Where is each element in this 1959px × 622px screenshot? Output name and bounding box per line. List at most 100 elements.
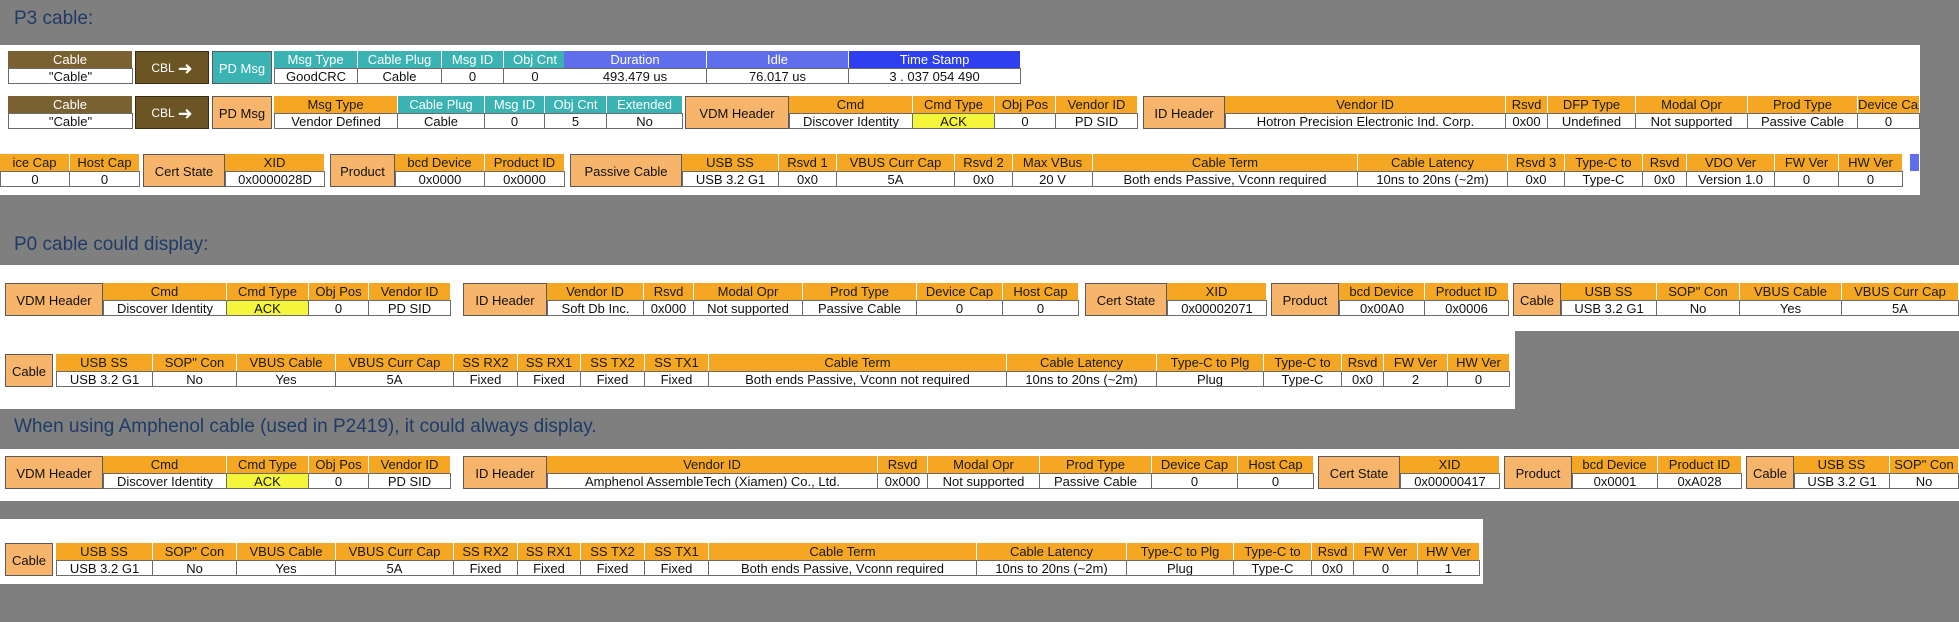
max-vbus-value: 20 V xyxy=(1013,171,1093,187)
modal-opr-header: Modal Opr xyxy=(694,283,803,300)
cable-latency-value: 10ns to 20ns (~2m) xyxy=(977,560,1127,576)
cable-latency-header: Cable Latency xyxy=(977,543,1127,560)
cbl-label: CBL xyxy=(151,106,175,120)
obj-cnt-header: Obj Cnt xyxy=(504,51,567,68)
amphenol-row-cable[interactable]: Cable USB SS USB 3.2 G1 SOP" Con No VBUS… xyxy=(5,543,1480,576)
ss-tx1-value: Fixed xyxy=(645,371,709,387)
vendor-id-header: Vendor ID xyxy=(369,456,451,473)
duration-value: 493.479 us xyxy=(564,68,707,84)
xid-value: 0x0000028D xyxy=(225,171,325,187)
rsvd-header: Rsvd xyxy=(1312,543,1354,560)
id-header-label: ID Header xyxy=(463,456,547,489)
usb-ss-value: USB 3.2 G1 xyxy=(56,371,153,387)
passive-cable-label: Passive Cable xyxy=(570,154,682,187)
ss-tx1-value: Fixed xyxy=(645,560,709,576)
vid-header: Vendor ID xyxy=(547,456,878,473)
modal-opr-header: Modal Opr xyxy=(928,456,1040,473)
vendor-id-value: PD SID xyxy=(1056,113,1138,129)
cable-latency-value: 10ns to 20ns (~2m) xyxy=(1007,371,1157,387)
host-cap-value: 0 xyxy=(1003,300,1079,316)
vbus-curr-cap-header: VBUS Curr Cap xyxy=(1842,283,1959,300)
vbus-curr-cap-header: VBUS Curr Cap xyxy=(336,543,454,560)
cable-label: Cable xyxy=(5,354,53,387)
id-header-label: ID Header xyxy=(463,283,547,316)
typec-to-value: Type-C xyxy=(1264,371,1342,387)
pd-msg-label: PD Msg xyxy=(212,51,272,84)
usb-ss-header: USB SS xyxy=(56,354,153,371)
ss-rx2-header: SS RX2 xyxy=(454,543,518,560)
fw-ver-value: 2 xyxy=(1384,371,1448,387)
vdo-ver-value: Version 1.0 xyxy=(1687,171,1775,187)
sop-con-value: No xyxy=(153,560,237,576)
rsvd-header: Rsvd xyxy=(1342,354,1384,371)
fw-ver-value: 0 xyxy=(1354,560,1418,576)
p3-row-passive-cable[interactable]: ice Cap 0 Host Cap 0 Cert State XID 0x00… xyxy=(0,154,1920,187)
cable-term-value: Both ends Passive, Vconn not required xyxy=(709,371,1007,387)
cable-latency-value: 10ns to 20ns (~2m) xyxy=(1358,171,1508,187)
hw-ver-header: HW Ver xyxy=(1839,154,1903,171)
typec-to-value: Type-C xyxy=(1234,560,1312,576)
ss-rx1-value: Fixed xyxy=(518,560,581,576)
cmd-header: Cmd xyxy=(103,456,227,473)
right-arrow-icon: ➜ xyxy=(177,103,193,124)
typec-to-header: Type-C to xyxy=(1565,154,1643,171)
usb-ss-value: USB 3.2 G1 xyxy=(56,560,153,576)
vbus-cable-value: Yes xyxy=(237,560,336,576)
timestamp-value: 3 . 037 054 490 xyxy=(849,68,1021,84)
cmd-type-header: Cmd Type xyxy=(913,96,995,113)
modal-opr-value: Not supported xyxy=(928,473,1040,489)
cmd-header: Cmd xyxy=(789,96,913,113)
idle-header: Idle xyxy=(707,51,849,68)
cable-plug-value: Cable xyxy=(358,68,442,84)
device-cap-header: Device Cap xyxy=(1858,96,1920,113)
cmd-value: Discover Identity xyxy=(103,300,227,316)
vbus-curr-cap-header: VBUS Curr Cap xyxy=(336,354,454,371)
duration-header: Duration xyxy=(564,51,707,68)
device-cap-value: 0 xyxy=(1858,113,1920,129)
divider xyxy=(5,326,425,328)
ice-cap-header: ice Cap xyxy=(0,154,70,171)
vdm-header-label: VDM Header xyxy=(5,456,103,489)
p0-row-cable[interactable]: Cable USB SS USB 3.2 G1 SOP" Con No VBUS… xyxy=(5,354,1510,387)
prod-type-header: Prod Type xyxy=(1040,456,1152,473)
xid-value: 0x00000417 xyxy=(1400,473,1500,489)
p3-row-goodcrc[interactable]: Cable "Cable" CBL ➜ PD Msg Msg Type Good… xyxy=(8,51,1028,84)
vid-value: Amphenol AssembleTech (Xiamen) Co., Ltd. xyxy=(547,473,878,489)
cert-state-label: Cert State xyxy=(143,154,225,187)
bcd-device-header: bcd Device xyxy=(1572,456,1658,473)
ss-rx2-value: Fixed xyxy=(454,371,518,387)
p3-row-vendor-defined[interactable]: Cable "Cable" CBL ➜ PD Msg Msg Type Vend… xyxy=(8,96,1920,129)
vendor-id-value: PD SID xyxy=(369,473,451,489)
modal-opr-value: Not supported xyxy=(1636,113,1748,129)
device-cap-header: Device Cap xyxy=(917,283,1003,300)
rsvd-header: Rsvd xyxy=(1643,154,1687,171)
msg-type-header: Msg Type xyxy=(274,51,358,68)
obj-cnt-header: Obj Cnt xyxy=(545,96,607,113)
rsvd-value: 0x00 xyxy=(1506,113,1548,129)
divider xyxy=(8,134,1913,136)
obj-pos-header: Obj Pos xyxy=(309,456,369,473)
product-label: Product xyxy=(330,154,395,187)
hw-ver-header: HW Ver xyxy=(1448,354,1510,371)
product-id-header: Product ID xyxy=(1425,283,1509,300)
product-label: Product xyxy=(1271,283,1339,316)
bcd-device-header: bcd Device xyxy=(395,154,485,171)
vid-header: Vendor ID xyxy=(547,283,644,300)
fw-ver-header: FW Ver xyxy=(1354,543,1418,560)
ss-tx1-header: SS TX1 xyxy=(645,543,709,560)
modal-opr-value: Not supported xyxy=(694,300,803,316)
obj-pos-value: 0 xyxy=(309,300,369,316)
sop-con-header: SOP" Con xyxy=(1890,456,1959,473)
product-id-value: 0xA028 xyxy=(1658,473,1742,489)
typec-to-plg-value: Plug xyxy=(1157,371,1264,387)
usb-ss-value: USB 3.2 G1 xyxy=(1561,300,1657,316)
heading-p3-cable: P3 cable: xyxy=(14,8,94,29)
fw-ver-header: FW Ver xyxy=(1775,154,1839,171)
bcd-device-header: bcd Device xyxy=(1339,283,1425,300)
rsvd2-value: 0x0 xyxy=(955,171,1013,187)
vbus-cable-header: VBUS Cable xyxy=(237,543,336,560)
amphenol-row-vdm[interactable]: VDM Header Cmd Discover Identity Cmd Typ… xyxy=(5,456,1959,489)
host-cap-value: 0 xyxy=(1238,473,1314,489)
p0-row-vdm[interactable]: VDM Header Cmd Discover Identity Cmd Typ… xyxy=(5,283,1959,316)
vbus-curr-cap-value: 5A xyxy=(837,171,955,187)
